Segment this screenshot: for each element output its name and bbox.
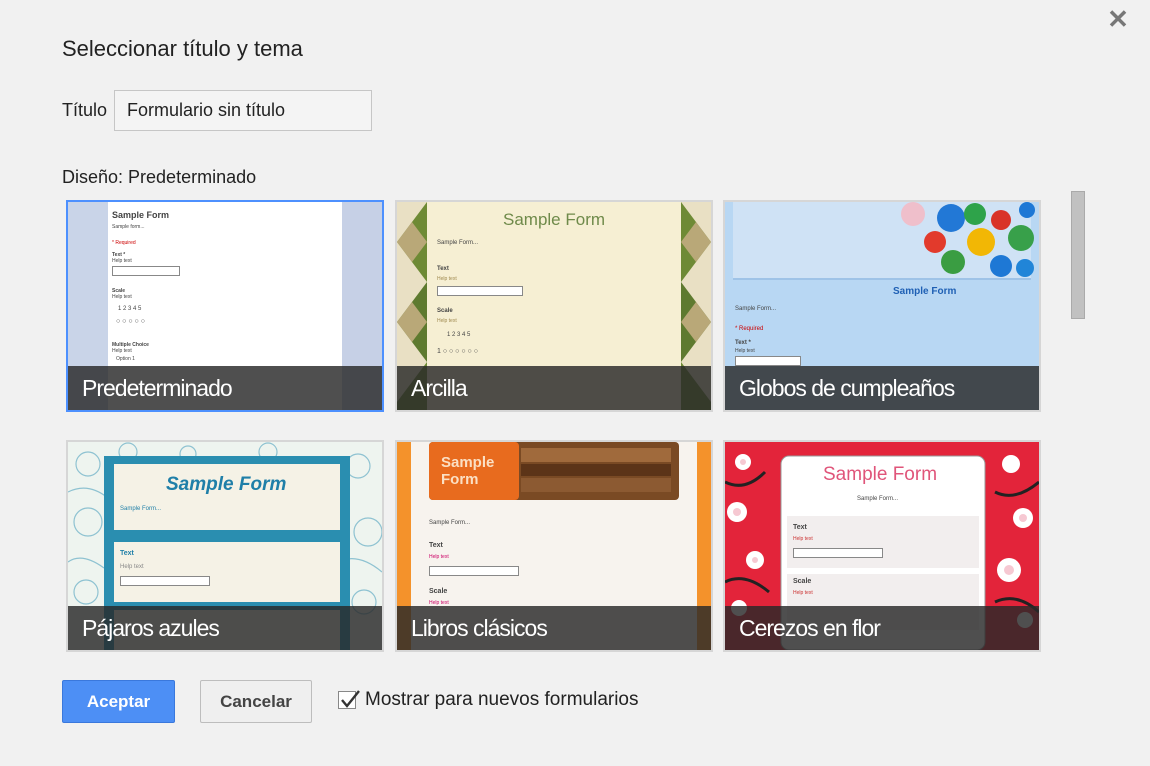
preview-help: Help text [437,276,457,282]
preview-desc: Sample Form... [120,506,162,512]
show-for-new-forms: Mostrar para nuevos formularios [338,688,639,712]
preview-help: Help text [735,348,755,354]
preview-help: Help text [112,258,132,264]
preview-desc: Sample Form... [735,306,777,312]
preview-input [112,266,180,276]
preview-help: Help text [793,590,813,596]
theme-tile-globos[interactable]: Sample Form Sample Form... * Required Te… [723,200,1041,412]
theme-name: Libros clásicos [397,606,711,650]
preview-desc: Sample form... [112,224,145,230]
preview-scale: Scale [793,578,812,585]
preview-scale: Scale [429,588,448,595]
preview-help: Help text [793,536,813,542]
cancel-button[interactable]: Cancelar [200,680,312,723]
preview-title: Sample Form [503,210,606,229]
preview-title: Sample Form [823,464,938,485]
preview-help: Help text [429,554,449,560]
preview-scale: Scale [437,308,453,314]
preview-help: Help text [437,318,457,324]
preview-input [735,356,801,366]
theme-tile-pajaros[interactable]: Sample Form Sample Form... Text Help tex… [66,440,384,652]
preview-title: Sample Form [166,474,287,495]
theme-name: Predeterminado [68,366,382,410]
theme-name: Pájaros azules [68,606,382,650]
preview-scale-numbers: 1 2 3 4 5 [447,332,471,338]
theme-tile-arcilla[interactable]: Sample Form Sample Form... Text Help tex… [395,200,713,412]
preview-scale-numbers: 1 2 3 4 5 [118,306,142,312]
preview-title: Sample Form [112,210,170,220]
preview-scale-circles: 1 ○ ○ ○ ○ ○ ○ [437,348,478,355]
preview-help: Help text [112,294,132,300]
preview-desc: Sample Form... [429,520,471,526]
theme-grid: Sample Form Sample form... * Required Te… [66,200,1044,654]
preview-text-label: Text [120,550,134,557]
theme-name: Cerezos en flor [725,606,1039,650]
scrollbar-thumb[interactable] [1071,191,1085,319]
preview-scale-circles: ○ ○ ○ ○ ○ [116,318,145,325]
preview-input [793,548,883,558]
preview-required: * Required [112,240,136,246]
preview-text-label: Text * [735,340,751,346]
preview-help: Help text [120,564,144,570]
design-label: Diseño: Predeterminado [62,167,257,187]
title-input[interactable] [114,90,372,131]
preview-desc: Sample Form... [437,240,479,246]
theme-name: Arcilla [397,366,711,410]
show-for-new-forms-label: Mostrar para nuevos formularios [365,689,639,710]
preview-title: Sample Form [441,454,495,488]
theme-tile-cerezos[interactable]: Sample Form Sample Form... Text Help tex… [723,440,1041,652]
dialog-title: Seleccionar título y tema [62,36,303,61]
preview-input [120,576,210,586]
title-label: Título [62,100,108,120]
preview-input [429,566,519,576]
preview-input [437,286,523,296]
preview-text-label: Text [437,266,449,272]
theme-name: Globos de cumpleaños [725,366,1039,410]
checkmark-icon [341,690,360,708]
preview-option: Option 1 [116,356,135,362]
theme-tile-libros[interactable]: Sample Form Sample Form... Text Help tex… [395,440,713,652]
theme-tile-predeterminado[interactable]: Sample Form Sample form... * Required Te… [66,200,384,412]
preview-text-label: Text [793,524,807,531]
preview-help: Help text [112,348,132,354]
accept-button[interactable]: Aceptar [62,680,175,723]
show-for-new-forms-checkbox[interactable] [338,690,360,709]
preview-desc: Sample Form... [857,496,899,502]
preview-text-label: Text [429,542,443,549]
close-icon[interactable]: ✕ [1104,6,1132,34]
preview-title: Sample Form [893,286,957,297]
preview-required: * Required [735,326,764,332]
